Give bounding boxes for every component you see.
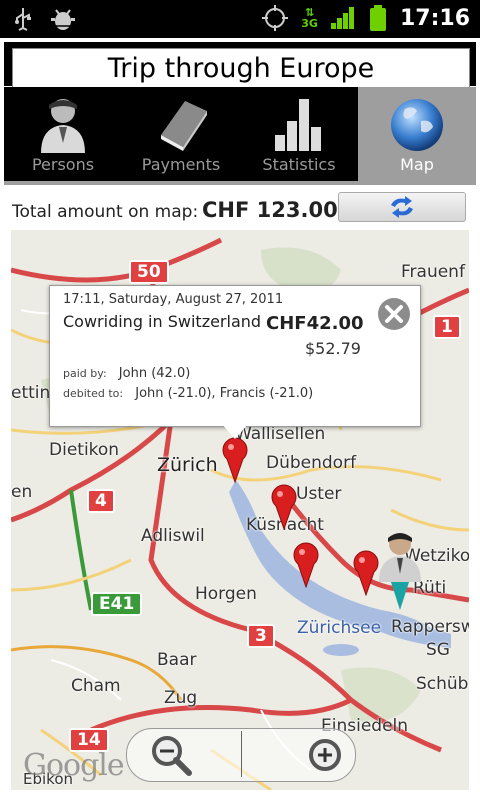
tab-payments[interactable]: Payments [122, 87, 240, 181]
map-label-frauenfeld: Frauenf [401, 262, 465, 282]
map-view[interactable]: Zürich Dübendorf Uster Küsnacht Adliswil… [11, 230, 469, 790]
road-shield: 50 [129, 260, 169, 284]
battery-icon [369, 5, 386, 31]
total-amount: CHF 123.00 [202, 198, 338, 222]
total-label: Total amount on map: [12, 202, 199, 222]
gps-icon [262, 5, 289, 31]
map-label-zurich: Zürich [157, 454, 218, 476]
map-label-adliswil: Adliswil [141, 526, 205, 546]
road-shield: 1 [433, 315, 461, 339]
map-pin[interactable] [291, 540, 321, 588]
clock: 17:16 [399, 5, 470, 31]
map-label-sg: SG [426, 640, 450, 660]
paid-by-label: paid by: [63, 367, 107, 380]
tab-label: Persons [31, 155, 95, 174]
map-pin[interactable] [269, 482, 299, 530]
paid-by-value: John (42.0) [118, 366, 191, 381]
zoom-controls [126, 728, 356, 782]
popup-pointer [221, 423, 249, 439]
map-label-zug: Zug [164, 688, 198, 708]
tab-label: Payments [141, 155, 221, 174]
road-shield: E41 [91, 592, 143, 616]
map-label-cham: Cham [71, 676, 121, 696]
tab-label: Map [400, 155, 434, 174]
road-shield: 4 [87, 489, 115, 513]
zoom-out-icon[interactable] [149, 733, 193, 777]
google-attribution-logo: Google [23, 748, 125, 783]
map-label-horgen: Horgen [195, 584, 257, 604]
map-label-baar: Baar [157, 650, 197, 670]
map-label-left-edge-2: en [11, 482, 33, 502]
usb-icon [15, 8, 31, 31]
payment-info-popup[interactable]: 17:11, Saturday, August 27, 2011 Cowridi… [49, 285, 421, 427]
map-label-schubelbach: Schübe [416, 674, 469, 694]
trip-title: Trip through Europe [107, 52, 375, 84]
payment-amount: CHF42.00 [266, 313, 364, 334]
refresh-button[interactable] [338, 192, 466, 222]
payments-book-icon [161, 101, 207, 151]
map-label-zurichsee: Zürichsee [297, 618, 382, 638]
map-label-uster: Uster [296, 484, 342, 504]
persons-icon [41, 99, 85, 153]
person-location-icon[interactable] [377, 530, 423, 612]
signal-icon [330, 7, 354, 29]
title-bar: Trip through Europe [4, 42, 476, 88]
debited-to-label: debited to: [63, 387, 124, 400]
tab-persons[interactable]: Persons [4, 87, 122, 181]
android-debug-icon [51, 9, 75, 30]
road-shield: 3 [247, 624, 275, 648]
globe-icon [391, 99, 443, 151]
app-screen: Trip through Europe Persons Payments Sta… [0, 38, 480, 800]
network-3g-icon: ⇅ 3G [301, 6, 318, 30]
paid-by-row: paid by: John (42.0) [63, 366, 190, 381]
tab-map[interactable]: Map [358, 87, 476, 181]
zoom-divider [241, 731, 242, 777]
trip-title-box: Trip through Europe [12, 48, 470, 88]
debited-to-value: John (-21.0), Francis (-21.0) [135, 386, 314, 401]
status-bar: ⇅ 3G 17:16 [0, 0, 480, 38]
tab-label: Statistics [262, 155, 336, 174]
close-icon[interactable] [377, 297, 411, 331]
map-label-dubendorf: Dübendorf [266, 453, 357, 473]
tab-statistics[interactable]: Statistics [240, 87, 358, 181]
map-label-rapperswil: Rapperswil [391, 617, 469, 637]
refresh-arrows-icon [391, 196, 413, 218]
statistics-icon [275, 99, 321, 151]
tabs-underline [4, 181, 476, 185]
map-pin[interactable] [220, 435, 250, 483]
zoom-in-icon[interactable] [303, 733, 347, 777]
payment-title: Cowriding in Switzerland [63, 312, 262, 331]
payment-converted-amount: $52.79 [305, 339, 361, 358]
tab-bar: Persons Payments Statistics Map [4, 87, 476, 181]
debited-to-row: debited to: John (-21.0), Francis (-21.0… [63, 386, 313, 401]
payment-datetime: 17:11, Saturday, August 27, 2011 [63, 292, 284, 307]
map-label-dietikon: Dietikon [49, 440, 120, 460]
